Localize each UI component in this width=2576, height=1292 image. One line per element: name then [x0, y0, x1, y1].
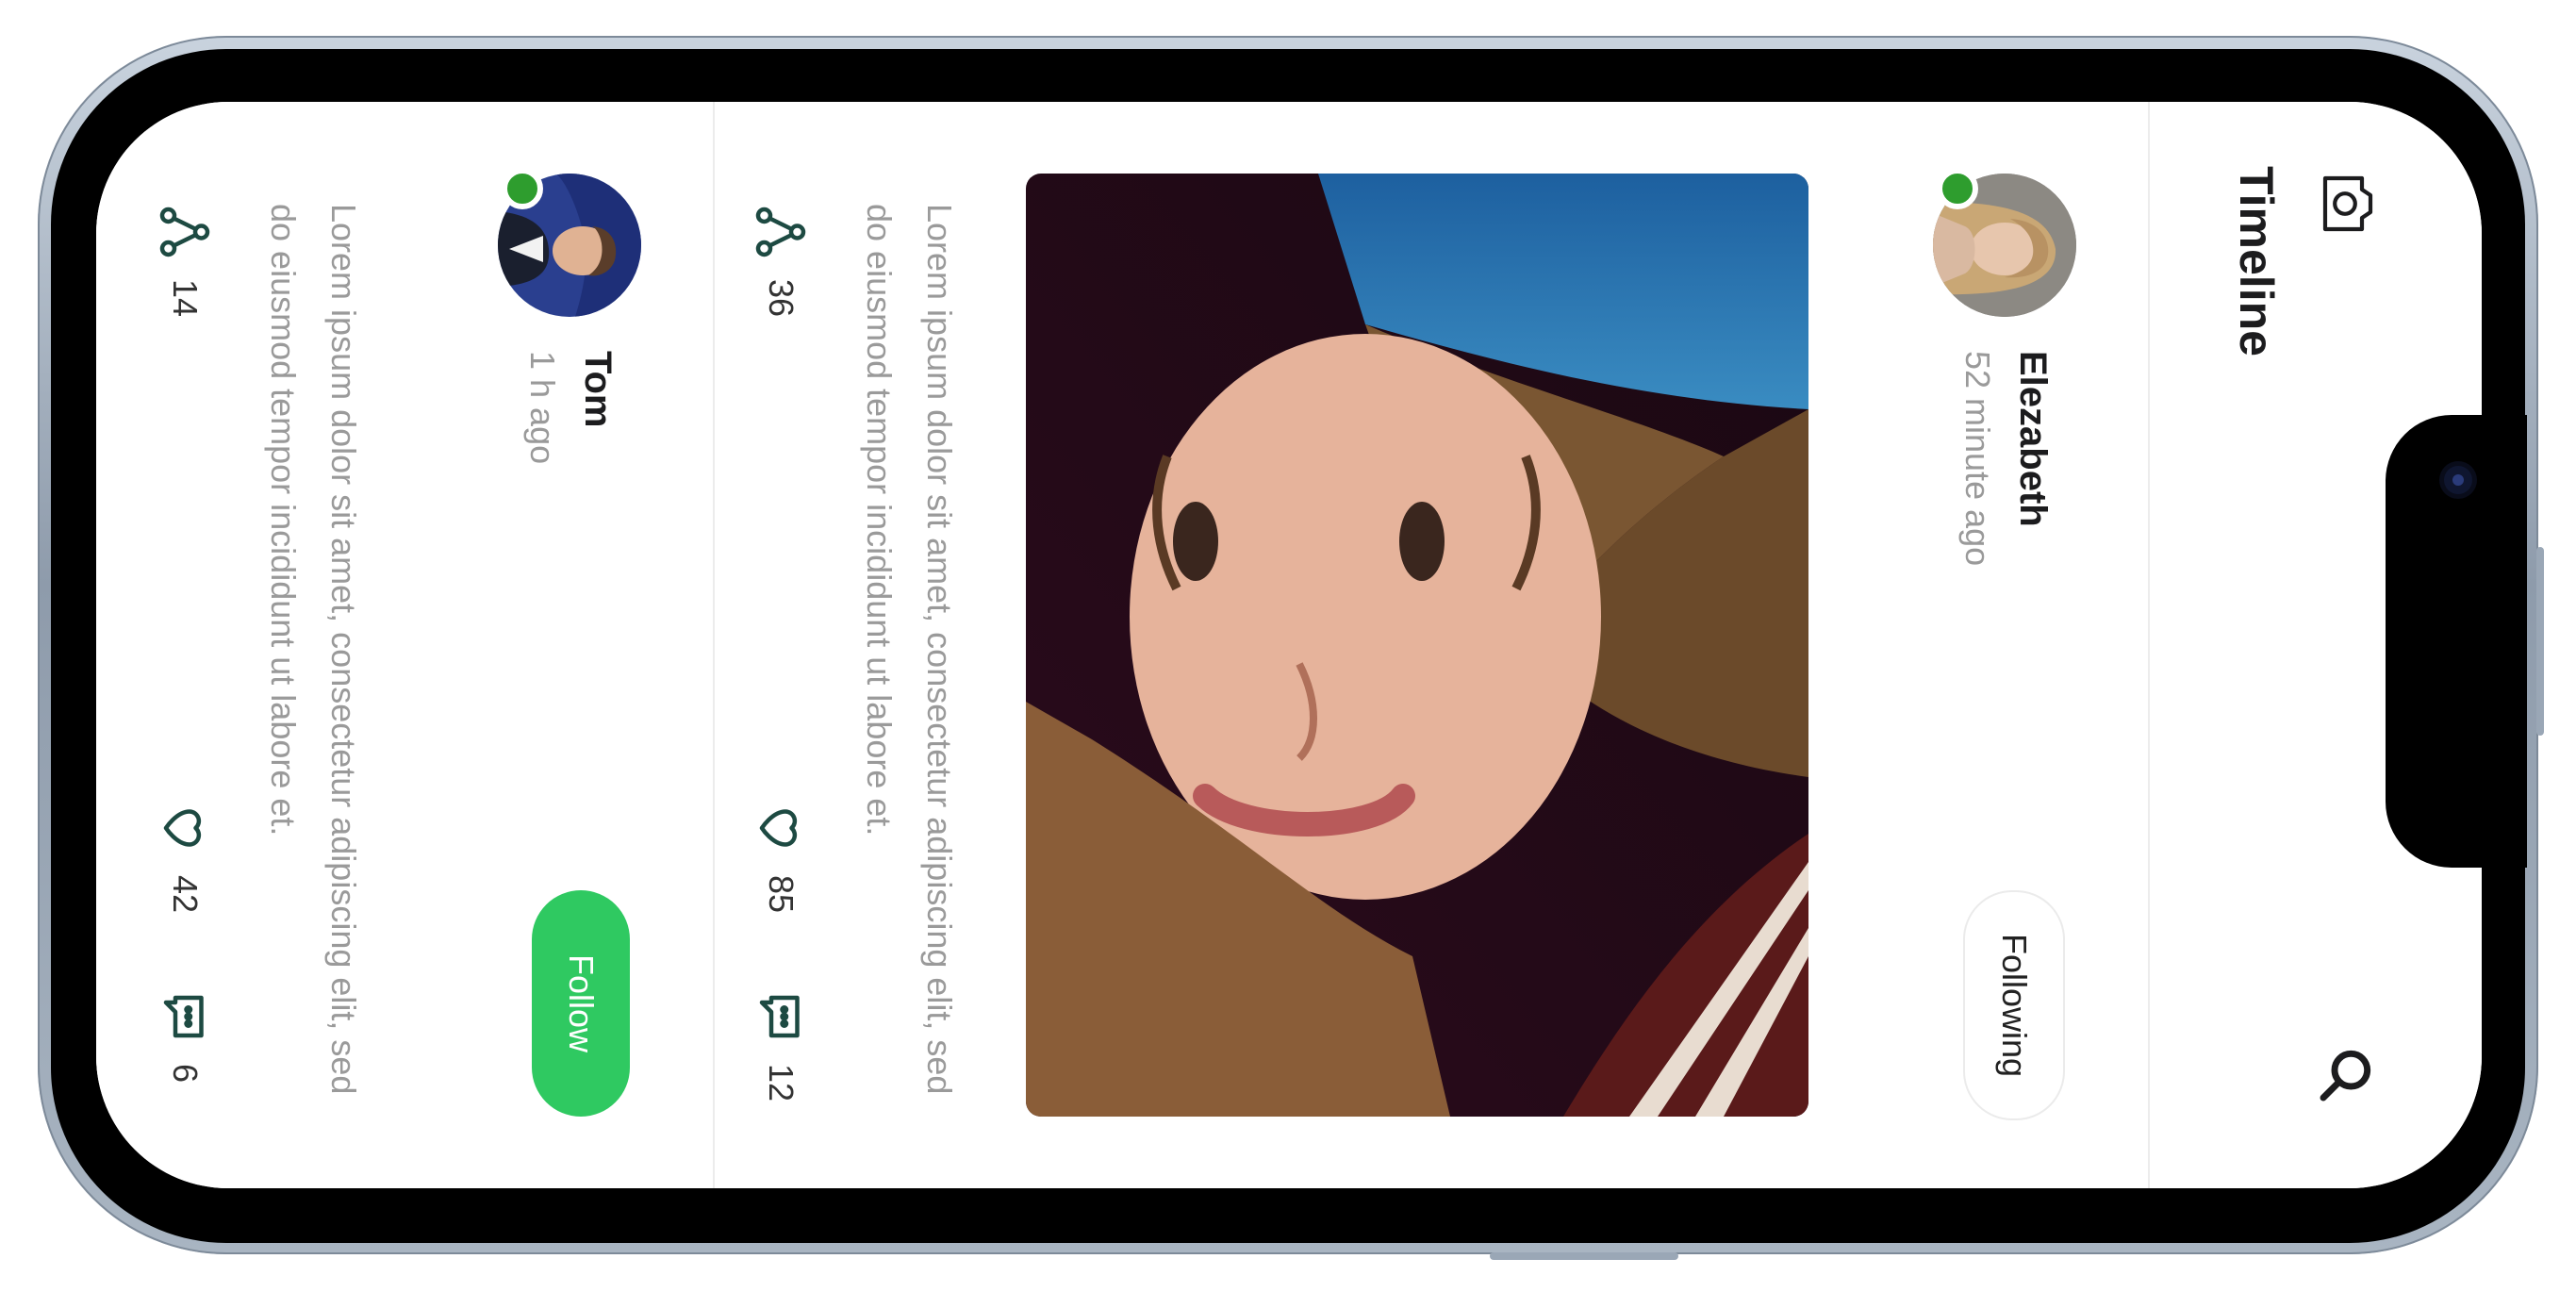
- post-text: Lorem ipsum dolor sit amet, consectetur …: [860, 204, 959, 1095]
- like-count: 42: [166, 875, 205, 914]
- follow-button[interactable]: Follow: [532, 890, 630, 1117]
- share-stat[interactable]: 36: [752, 204, 809, 317]
- like-stat[interactable]: 85: [752, 800, 809, 913]
- search-icon[interactable]: [2316, 1045, 2376, 1105]
- comment-count: 6: [166, 1064, 205, 1084]
- post-timestamp: 52 minute ago: [1958, 351, 1997, 567]
- post-username[interactable]: Tom: [576, 351, 619, 427]
- heart-icon[interactable]: [157, 800, 213, 856]
- comment-icon[interactable]: [752, 988, 809, 1045]
- share-stat[interactable]: 14: [157, 204, 213, 317]
- online-status-dot: [502, 168, 543, 209]
- like-count: 85: [762, 875, 801, 914]
- screen: Timeline Elezabeth 52 minute ago Followi…: [96, 102, 2482, 1188]
- post-photo[interactable]: [1026, 174, 1808, 1117]
- post-text: Lorem ipsum dolor sit amet, consectetur …: [264, 204, 363, 1095]
- volume-button: [1490, 1252, 1678, 1260]
- comment-count: 12: [762, 1064, 801, 1102]
- timeline-app: Timeline Elezabeth 52 minute ago Followi…: [96, 102, 2482, 1188]
- comment-icon[interactable]: [157, 988, 213, 1045]
- comment-stat[interactable]: 12: [752, 988, 809, 1102]
- post-timestamp: 1 h ago: [523, 351, 562, 465]
- like-stat[interactable]: 42: [157, 800, 213, 913]
- following-button[interactable]: Following: [1963, 890, 2065, 1120]
- comment-stat[interactable]: 6: [157, 988, 213, 1083]
- share-icon[interactable]: [157, 204, 213, 260]
- share-icon[interactable]: [752, 204, 809, 260]
- camera-icon[interactable]: [2314, 170, 2382, 238]
- online-status-dot: [1937, 168, 1978, 209]
- post-username[interactable]: Elezabeth: [2011, 351, 2054, 527]
- page-title: Timeline: [2230, 166, 2283, 356]
- heart-icon[interactable]: [752, 800, 809, 856]
- share-count: 36: [762, 279, 801, 318]
- post-card: Elezabeth 52 minute ago Following Lorem …: [713, 102, 2148, 1188]
- share-count: 14: [166, 279, 205, 318]
- post-card: Tom 1 h ago Follow Lorem ipsum dolor sit…: [96, 102, 713, 1188]
- front-camera: [2444, 466, 2472, 494]
- side-button: [2536, 547, 2544, 736]
